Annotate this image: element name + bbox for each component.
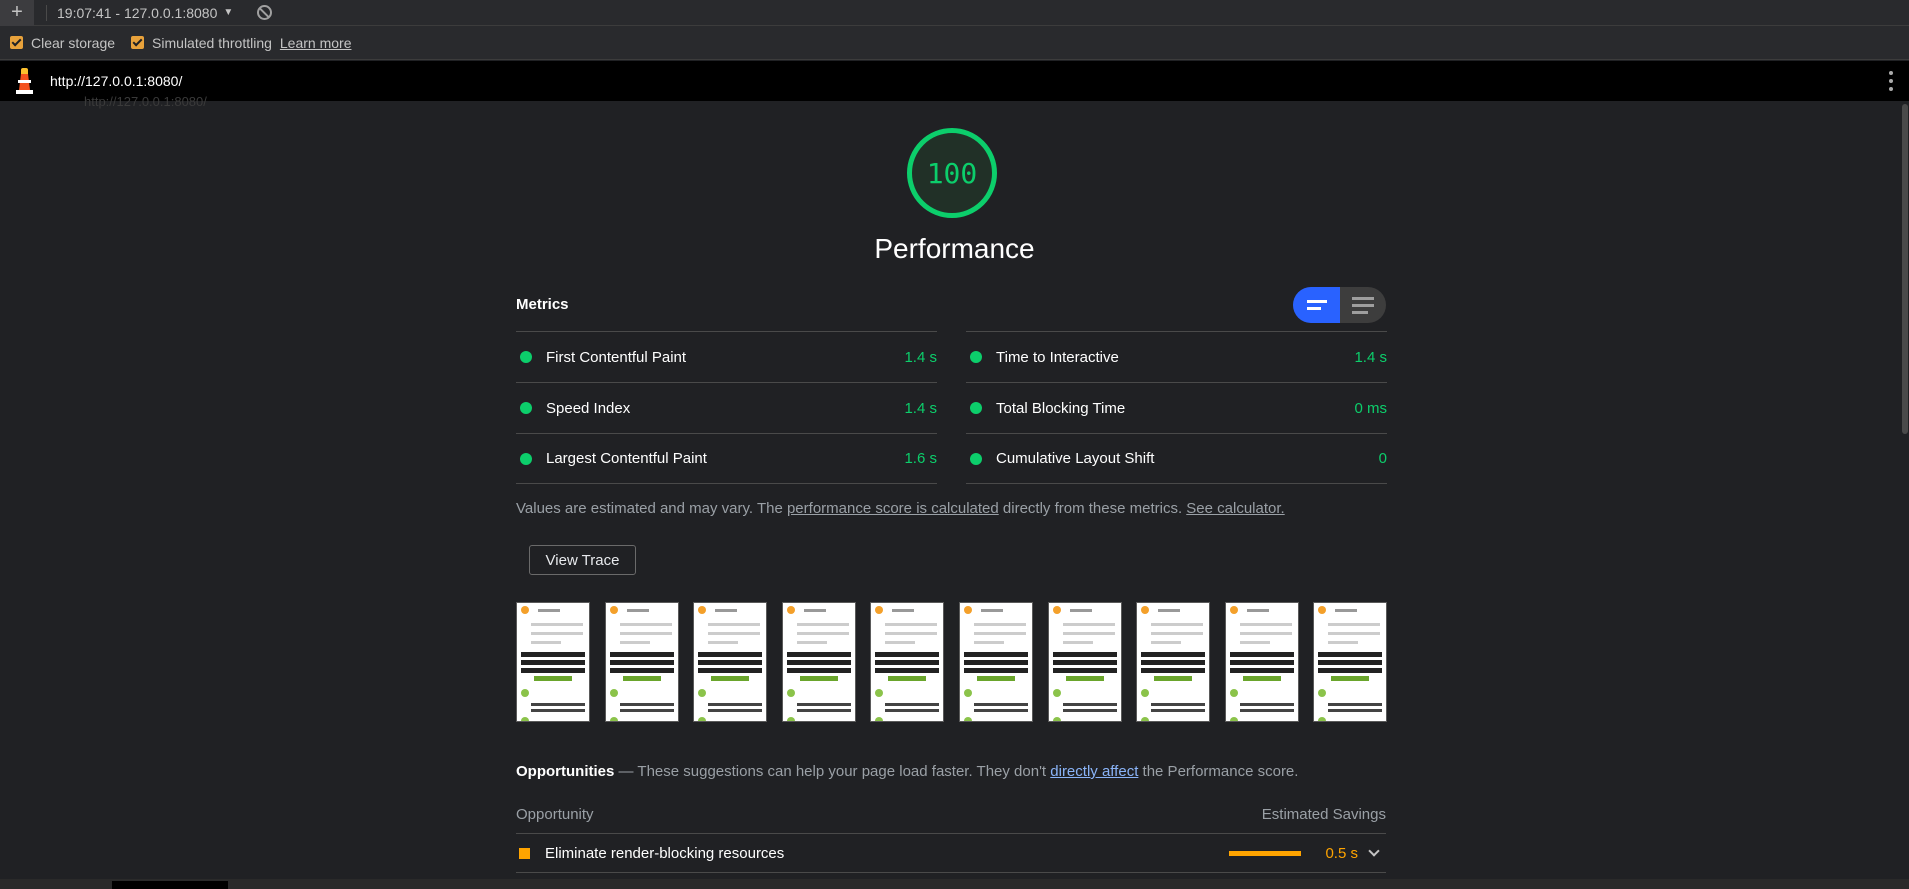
ghost-url: http://127.0.0.1:8080/ [84, 94, 207, 109]
average-icon [519, 847, 530, 859]
filmstrip-frame [782, 602, 856, 722]
report-url: http://127.0.0.1:8080/ [50, 73, 183, 89]
pass-icon [970, 402, 982, 414]
opportunity-label[interactable]: Eliminate render-blocking resources [545, 845, 784, 862]
clear-storage-label[interactable]: Clear storage [31, 35, 115, 51]
score-value: 100 [926, 156, 978, 190]
metric-value: 0 ms [1354, 399, 1387, 417]
metric-label: First Contentful Paint [546, 348, 687, 366]
filmstrip-frame [1225, 602, 1299, 722]
metrics-column-right: Time to Interactive 1.4 s Total Blocking… [966, 331, 1387, 484]
savings-bar [1229, 851, 1301, 856]
filmstrip-frame [1136, 602, 1210, 722]
clear-all-icon[interactable] [257, 5, 273, 20]
chevron-down-icon[interactable] [1368, 845, 1380, 857]
metric-value: 1.6 s [904, 450, 937, 467]
toolbar-divider [46, 4, 47, 21]
metric-row: First Contentful Paint 1.4 s [516, 331, 937, 382]
note-prefix: Values are estimated and may vary. The [516, 500, 787, 517]
metric-value: 1.4 s [904, 399, 937, 417]
metric-label: Total Blocking Time [996, 399, 1126, 417]
filmstrip-frame [870, 602, 944, 722]
directly-affect-link[interactable]: directly affect [1050, 763, 1138, 780]
metrics-column-left: First Contentful Paint 1.4 s Speed Index… [516, 331, 937, 484]
metric-value: 1.4 s [904, 348, 937, 366]
clear-storage-checkbox[interactable] [10, 36, 23, 49]
metrics-view-toggle[interactable] [1293, 287, 1386, 323]
pass-icon [970, 351, 982, 363]
pass-icon [520, 452, 532, 465]
metric-row: Total Blocking Time 0 ms [966, 382, 1387, 433]
opportunities-column-headers: Opportunity Estimated Savings [516, 806, 1386, 823]
simulated-throttling-checkbox[interactable] [131, 36, 145, 49]
see-calculator-link[interactable]: See calculator. [1186, 500, 1284, 517]
col-opportunity: Opportunity [516, 806, 594, 823]
performance-score-gauge: 100 [907, 128, 997, 218]
horizontal-scrollbar-thumb[interactable] [112, 881, 228, 889]
top-toolbar: + 19:07:41 - 127.0.0.1:8080 ▼ [0, 0, 1909, 26]
metric-value: 1.4 s [1354, 348, 1387, 366]
new-report-button[interactable]: + [0, 0, 34, 26]
vertical-scrollbar-thumb[interactable] [1902, 104, 1908, 434]
score-calculated-link[interactable]: performance score is calculated [787, 500, 999, 517]
report-url-bar: http://127.0.0.1:8080/ [0, 61, 1909, 101]
filmstrip-frame [1313, 602, 1387, 722]
more-options-icon[interactable] [1889, 69, 1893, 93]
metric-label: Cumulative Layout Shift [996, 450, 1155, 467]
expanded-view-icon[interactable] [1340, 287, 1386, 323]
metric-value: 0 [1378, 450, 1387, 467]
opportunities-desc-suffix: the Performance score. [1138, 763, 1299, 780]
summary-view-icon[interactable] [1293, 287, 1340, 323]
opportunities-title: Opportunities [516, 763, 615, 780]
filmstrip-frame [1048, 602, 1122, 722]
pass-icon [520, 402, 532, 414]
report-selector[interactable]: 19:07:41 - 127.0.0.1:8080 [57, 5, 217, 21]
metric-label: Largest Contentful Paint [546, 450, 707, 467]
chevron-down-icon[interactable]: ▼ [223, 7, 233, 18]
metric-row: Largest Contentful Paint 1.6 s [516, 433, 937, 484]
filmstrip-frame [959, 602, 1033, 722]
filmstrip-frame [516, 602, 590, 722]
filmstrip [516, 602, 1387, 722]
metrics-note: Values are estimated and may vary. The p… [516, 500, 1285, 517]
metrics-heading: Metrics [516, 296, 569, 313]
savings-value: 0.5 s [1325, 844, 1358, 862]
metric-label: Speed Index [546, 399, 631, 417]
pass-icon [520, 351, 532, 363]
options-bar: Clear storage Simulated throttling Learn… [0, 26, 1909, 60]
learn-more-link[interactable]: Learn more [280, 35, 352, 51]
note-middle: directly from these metrics. [998, 500, 1187, 517]
opportunity-row[interactable]: Eliminate render-blocking resources 0.5 … [516, 833, 1386, 873]
opportunities-header: Opportunities — These suggestions can he… [516, 763, 1298, 780]
filmstrip-frame [605, 602, 679, 722]
filmstrip-frame [693, 602, 767, 722]
col-estimated-savings: Estimated Savings [1261, 806, 1386, 823]
metric-row: Time to Interactive 1.4 s [966, 331, 1387, 382]
opportunities-desc: These suggestions can help your page loa… [637, 763, 1051, 780]
metric-row: Cumulative Layout Shift 0 [966, 433, 1387, 484]
lighthouse-logo-icon [14, 68, 34, 94]
metric-label: Time to Interactive [996, 348, 1119, 366]
metric-row: Speed Index 1.4 s [516, 382, 937, 433]
category-title: Performance [874, 233, 1035, 264]
opportunities-dash: — [614, 763, 638, 780]
horizontal-scrollbar[interactable] [0, 879, 1909, 889]
view-trace-button[interactable]: View Trace [529, 545, 636, 575]
pass-icon [970, 452, 982, 465]
simulated-throttling-label[interactable]: Simulated throttling [152, 35, 272, 51]
